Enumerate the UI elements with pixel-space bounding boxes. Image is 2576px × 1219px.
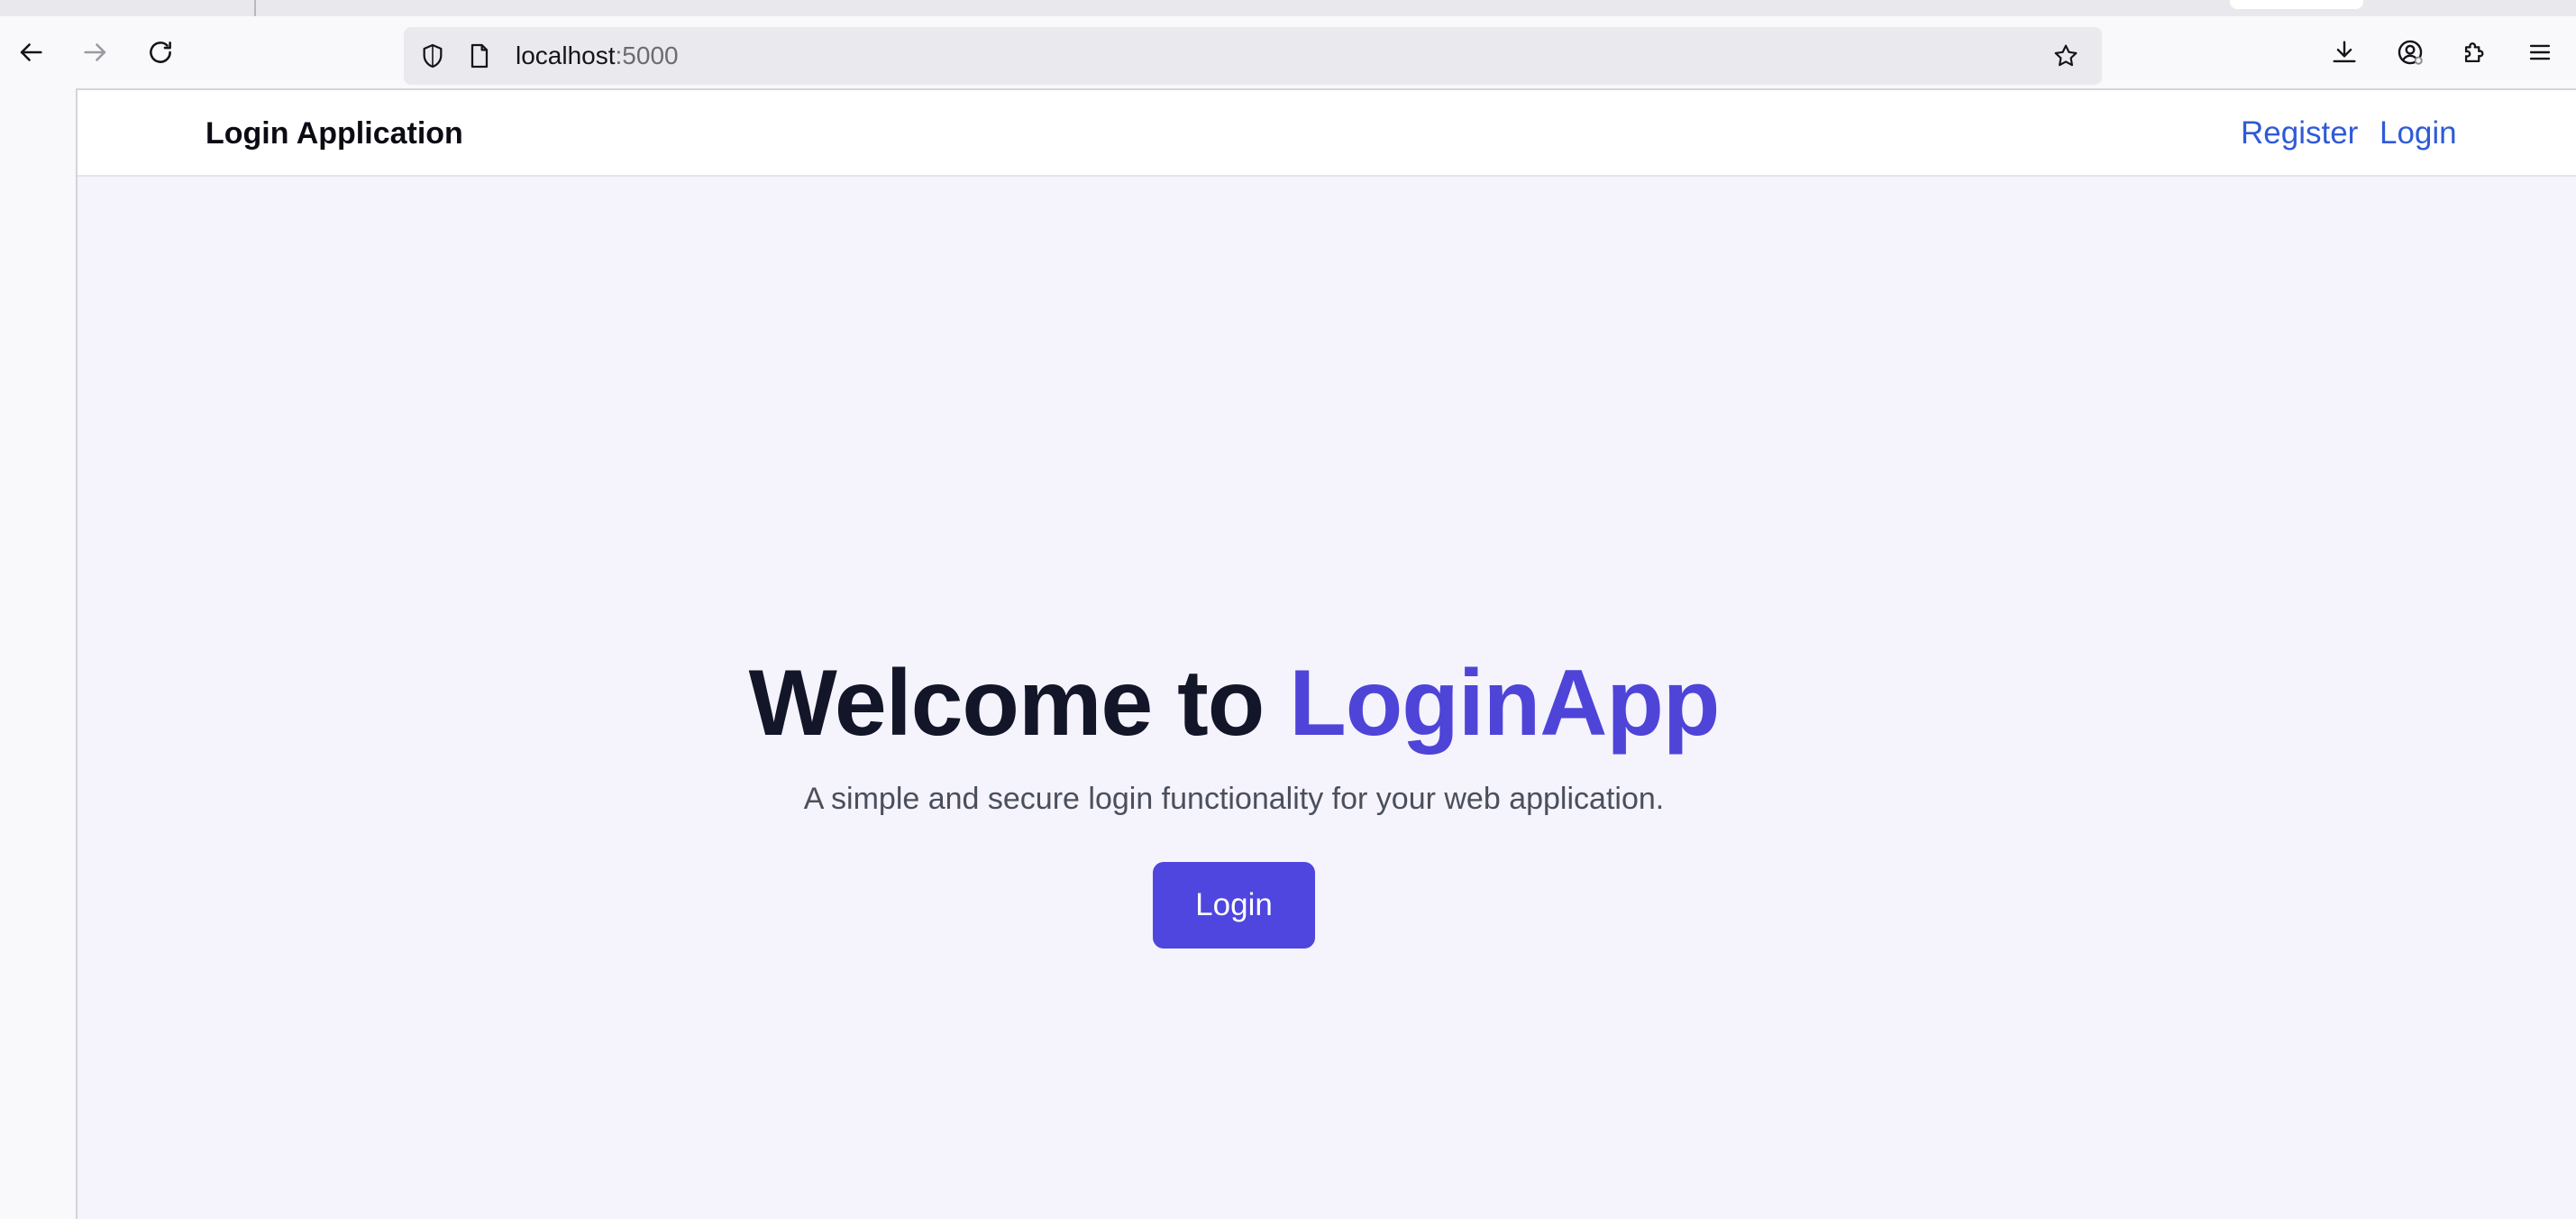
reload-icon — [150, 41, 171, 63]
bookmark-button[interactable] — [2050, 40, 2082, 72]
tab-divider — [254, 0, 256, 16]
forward-arrow-icon — [84, 43, 106, 61]
account-button[interactable] — [2387, 29, 2434, 76]
app-menu-button[interactable] — [2517, 29, 2563, 76]
site-security-button[interactable] — [416, 40, 449, 72]
url-bar[interactable]: localhost:5000 — [404, 27, 2102, 85]
back-arrow-icon — [20, 43, 42, 61]
nav-register-link[interactable]: Register — [2241, 90, 2358, 177]
hero-title-accent: LoginApp — [1289, 651, 1720, 756]
reload-button[interactable] — [137, 29, 184, 76]
shield-icon — [423, 43, 443, 69]
site-brand[interactable]: Login Application — [206, 90, 463, 177]
hamburger-menu-icon — [2529, 44, 2551, 60]
hero-subtitle: A simple and secure login functionality … — [803, 782, 1665, 816]
url-port: :5000 — [615, 41, 679, 69]
url-host: localhost — [516, 41, 616, 69]
site-navbar: Login Application Register Login — [78, 90, 2576, 177]
hero-section: Welcome to LoginApp A simple and secure … — [78, 649, 2484, 949]
tab-strip — [0, 0, 2576, 16]
hero-title-prefix: Welcome to — [748, 651, 1290, 756]
page-viewport: Login Application Register Login Welcome… — [76, 88, 2576, 1219]
url-text[interactable]: localhost:5000 — [516, 27, 679, 85]
puzzle-icon — [2464, 42, 2484, 63]
download-icon — [2333, 41, 2356, 63]
extensions-button[interactable] — [2452, 29, 2498, 76]
nav-login-link[interactable]: Login — [2380, 90, 2457, 177]
page-info-button[interactable] — [463, 40, 496, 72]
forward-button[interactable] — [72, 29, 119, 76]
hero-login-button[interactable]: Login — [1153, 862, 1315, 949]
star-icon — [2054, 44, 2078, 67]
back-button[interactable] — [7, 29, 54, 76]
hero-title: Welcome to LoginApp — [78, 649, 2484, 757]
browser-toolbar: localhost:5000 — [0, 16, 2576, 88]
page-icon — [470, 43, 489, 69]
active-tab-edge[interactable] — [2230, 0, 2363, 9]
account-icon — [2398, 40, 2423, 65]
downloads-button[interactable] — [2321, 29, 2368, 76]
